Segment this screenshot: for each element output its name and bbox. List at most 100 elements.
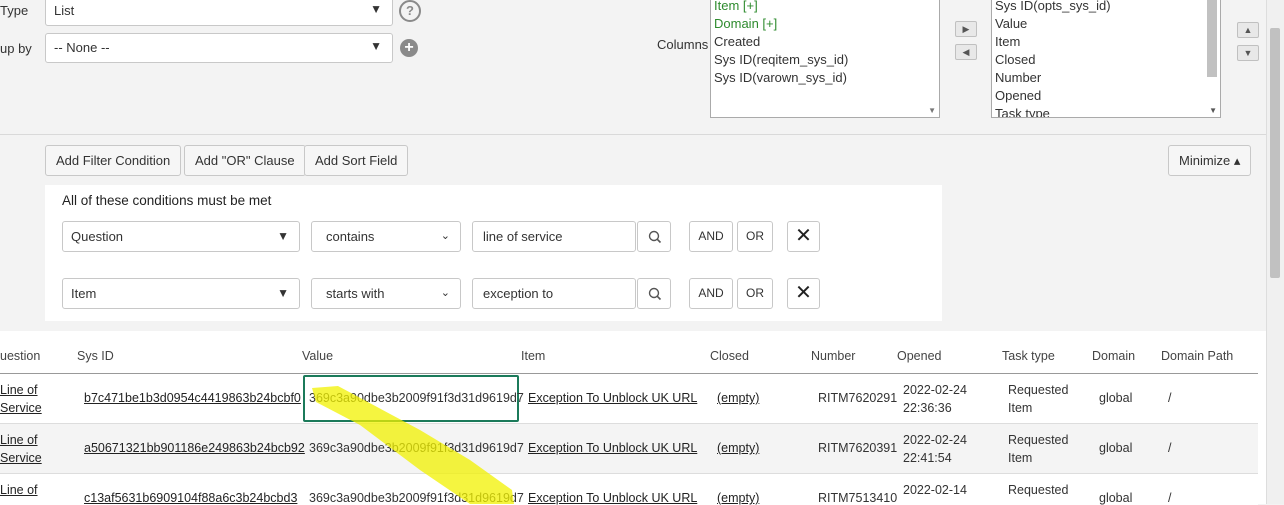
- list-item[interactable]: Sys ID(opts_sys_id): [995, 0, 1111, 13]
- scroll-down-icon[interactable]: ▼: [1209, 106, 1217, 115]
- opened-cell[interactable]: 22:41:54: [903, 449, 952, 467]
- and-button[interactable]: AND: [689, 221, 733, 252]
- table-row[interactable]: Line of c13af5631b6909104f88a6c3b24bcbd3…: [0, 473, 1258, 505]
- domain-cell[interactable]: global: [1099, 389, 1132, 407]
- task-type-cell[interactable]: Requested: [1008, 381, 1068, 399]
- or-button[interactable]: OR: [737, 221, 773, 252]
- item-cell[interactable]: Exception To Unblock UK URL: [528, 389, 697, 407]
- column-header-item[interactable]: Item: [521, 349, 545, 363]
- remove-condition-button[interactable]: ✕: [787, 221, 820, 252]
- column-header-sys-id[interactable]: Sys ID: [77, 349, 114, 363]
- scroll-down-icon[interactable]: ▼: [928, 106, 936, 115]
- question-cell[interactable]: Service: [0, 449, 42, 467]
- group-by-select[interactable]: -- None -- ▼: [45, 33, 393, 63]
- list-item[interactable]: Sys ID(varown_sys_id): [714, 70, 847, 85]
- opened-cell[interactable]: 22:36:36: [903, 399, 952, 417]
- domain-path-cell[interactable]: /: [1168, 489, 1171, 505]
- column-header-closed[interactable]: Closed: [710, 349, 749, 363]
- closed-cell[interactable]: (empty): [717, 439, 759, 457]
- condition-field-select[interactable]: Item ▼: [62, 278, 300, 309]
- number-cell[interactable]: RITM7620291: [818, 389, 897, 407]
- task-type-cell[interactable]: Item: [1008, 399, 1032, 417]
- move-down-icon[interactable]: ▼: [1237, 45, 1259, 61]
- opened-cell[interactable]: 2022-02-24: [903, 381, 967, 399]
- columns-label: Columns: [657, 37, 709, 52]
- add-filter-condition-button[interactable]: Add Filter Condition: [45, 145, 182, 176]
- add-or-clause-button[interactable]: Add "OR" Clause: [184, 145, 306, 176]
- type-select[interactable]: List ▼: [45, 0, 393, 26]
- list-item[interactable]: Number: [995, 70, 1041, 85]
- list-item[interactable]: Item: [995, 34, 1020, 49]
- domain-path-cell[interactable]: /: [1168, 389, 1171, 407]
- column-header-task-type[interactable]: Task type: [1002, 349, 1055, 363]
- opened-cell[interactable]: 2022-02-24: [903, 431, 967, 449]
- question-cell[interactable]: Service: [0, 399, 42, 417]
- item-cell[interactable]: Exception To Unblock UK URL: [528, 489, 697, 505]
- condition-field-select[interactable]: Question ▼: [62, 221, 300, 252]
- value-cell[interactable]: 369c3a90dbe3b2009f91f3d31d9619d7: [309, 439, 524, 457]
- page-scrollbar-thumb[interactable]: [1270, 28, 1280, 278]
- list-item[interactable]: Task type: [995, 106, 1050, 117]
- table-row[interactable]: Line of Service b7c471be1b3d0954c4419863…: [0, 373, 1258, 424]
- listbox-scroll-thumb[interactable]: [1207, 0, 1217, 77]
- selected-columns-list[interactable]: Sys ID(opts_sys_id) Value Item Closed Nu…: [991, 0, 1221, 118]
- lookup-button[interactable]: [637, 278, 671, 309]
- close-icon: ✕: [795, 225, 812, 247]
- task-type-cell[interactable]: Requested: [1008, 431, 1068, 449]
- list-item[interactable]: Sys ID(reqitem_sys_id): [714, 52, 848, 67]
- list-item[interactable]: Created: [714, 34, 760, 49]
- add-group-icon[interactable]: +: [400, 39, 418, 57]
- available-columns-list[interactable]: Item [+] Domain [+] Created Sys ID(reqit…: [710, 0, 940, 118]
- domain-cell[interactable]: global: [1099, 439, 1132, 457]
- list-item[interactable]: Opened: [995, 88, 1041, 103]
- table-row[interactable]: Line of Service a50671321bb901186e249863…: [0, 423, 1258, 474]
- condition-operator-select[interactable]: contains ⌄: [311, 221, 461, 252]
- question-cell[interactable]: Line of: [0, 481, 38, 499]
- sys-id-cell[interactable]: c13af5631b6909104f88a6c3b24bcbd3: [84, 489, 297, 505]
- column-header-value[interactable]: Value: [302, 349, 333, 363]
- add-sort-field-button[interactable]: Add Sort Field: [304, 145, 409, 176]
- task-type-cell[interactable]: Item: [1008, 449, 1032, 467]
- question-cell[interactable]: Line of: [0, 381, 38, 399]
- minimize-button[interactable]: Minimize ▴: [1168, 145, 1252, 176]
- question-cell[interactable]: Line of: [0, 431, 38, 449]
- column-header-opened[interactable]: Opened: [897, 349, 941, 363]
- and-button[interactable]: AND: [689, 278, 733, 309]
- column-header-number[interactable]: Number: [811, 349, 855, 363]
- condition-operator-select[interactable]: starts with ⌄: [311, 278, 461, 309]
- move-up-icon[interactable]: ▲: [1237, 22, 1259, 38]
- condition-value-input[interactable]: line of service: [472, 221, 636, 252]
- item-cell[interactable]: Exception To Unblock UK URL: [528, 439, 697, 457]
- search-icon: [648, 287, 662, 301]
- sys-id-cell[interactable]: b7c471be1b3d0954c4419863b24bcbf0: [84, 389, 301, 407]
- sys-id-cell[interactable]: a50671321bb901186e249863b24bcb92: [84, 439, 305, 457]
- column-header-domain[interactable]: Domain: [1092, 349, 1135, 363]
- task-type-cell[interactable]: Requested: [1008, 481, 1068, 499]
- lookup-button[interactable]: [637, 221, 671, 252]
- or-button[interactable]: OR: [737, 278, 773, 309]
- list-item[interactable]: Closed: [995, 52, 1035, 67]
- column-header-question[interactable]: uestion: [0, 349, 40, 363]
- closed-cell[interactable]: (empty): [717, 489, 759, 505]
- move-right-icon[interactable]: ▶: [955, 21, 977, 37]
- remove-condition-button[interactable]: ✕: [787, 278, 820, 309]
- value-cell[interactable]: 369c3a90dbe3b2009f91f3d31d9619d7: [309, 489, 524, 505]
- opened-cell[interactable]: 2022-02-14: [903, 481, 967, 499]
- number-cell[interactable]: RITM7620391: [818, 439, 897, 457]
- close-icon: ✕: [795, 282, 812, 304]
- chevron-down-icon: ▼: [370, 39, 382, 53]
- column-header-domain-path[interactable]: Domain Path: [1161, 349, 1233, 363]
- domain-cell[interactable]: global: [1099, 489, 1132, 505]
- help-icon[interactable]: ?: [399, 0, 421, 22]
- condition-value-input[interactable]: exception to: [472, 278, 636, 309]
- domain-path-cell[interactable]: /: [1168, 439, 1171, 457]
- list-item[interactable]: Item [+]: [714, 0, 758, 13]
- list-item[interactable]: Domain [+]: [714, 16, 777, 31]
- number-cell[interactable]: RITM7513410: [818, 489, 897, 505]
- group-by-label: up by: [0, 41, 32, 56]
- condition-operator-value: contains: [326, 229, 375, 244]
- value-cell[interactable]: 369c3a90dbe3b2009f91f3d31d9619d7: [309, 389, 524, 407]
- list-item[interactable]: Value: [995, 16, 1027, 31]
- closed-cell[interactable]: (empty): [717, 389, 759, 407]
- move-left-icon[interactable]: ◀: [955, 44, 977, 60]
